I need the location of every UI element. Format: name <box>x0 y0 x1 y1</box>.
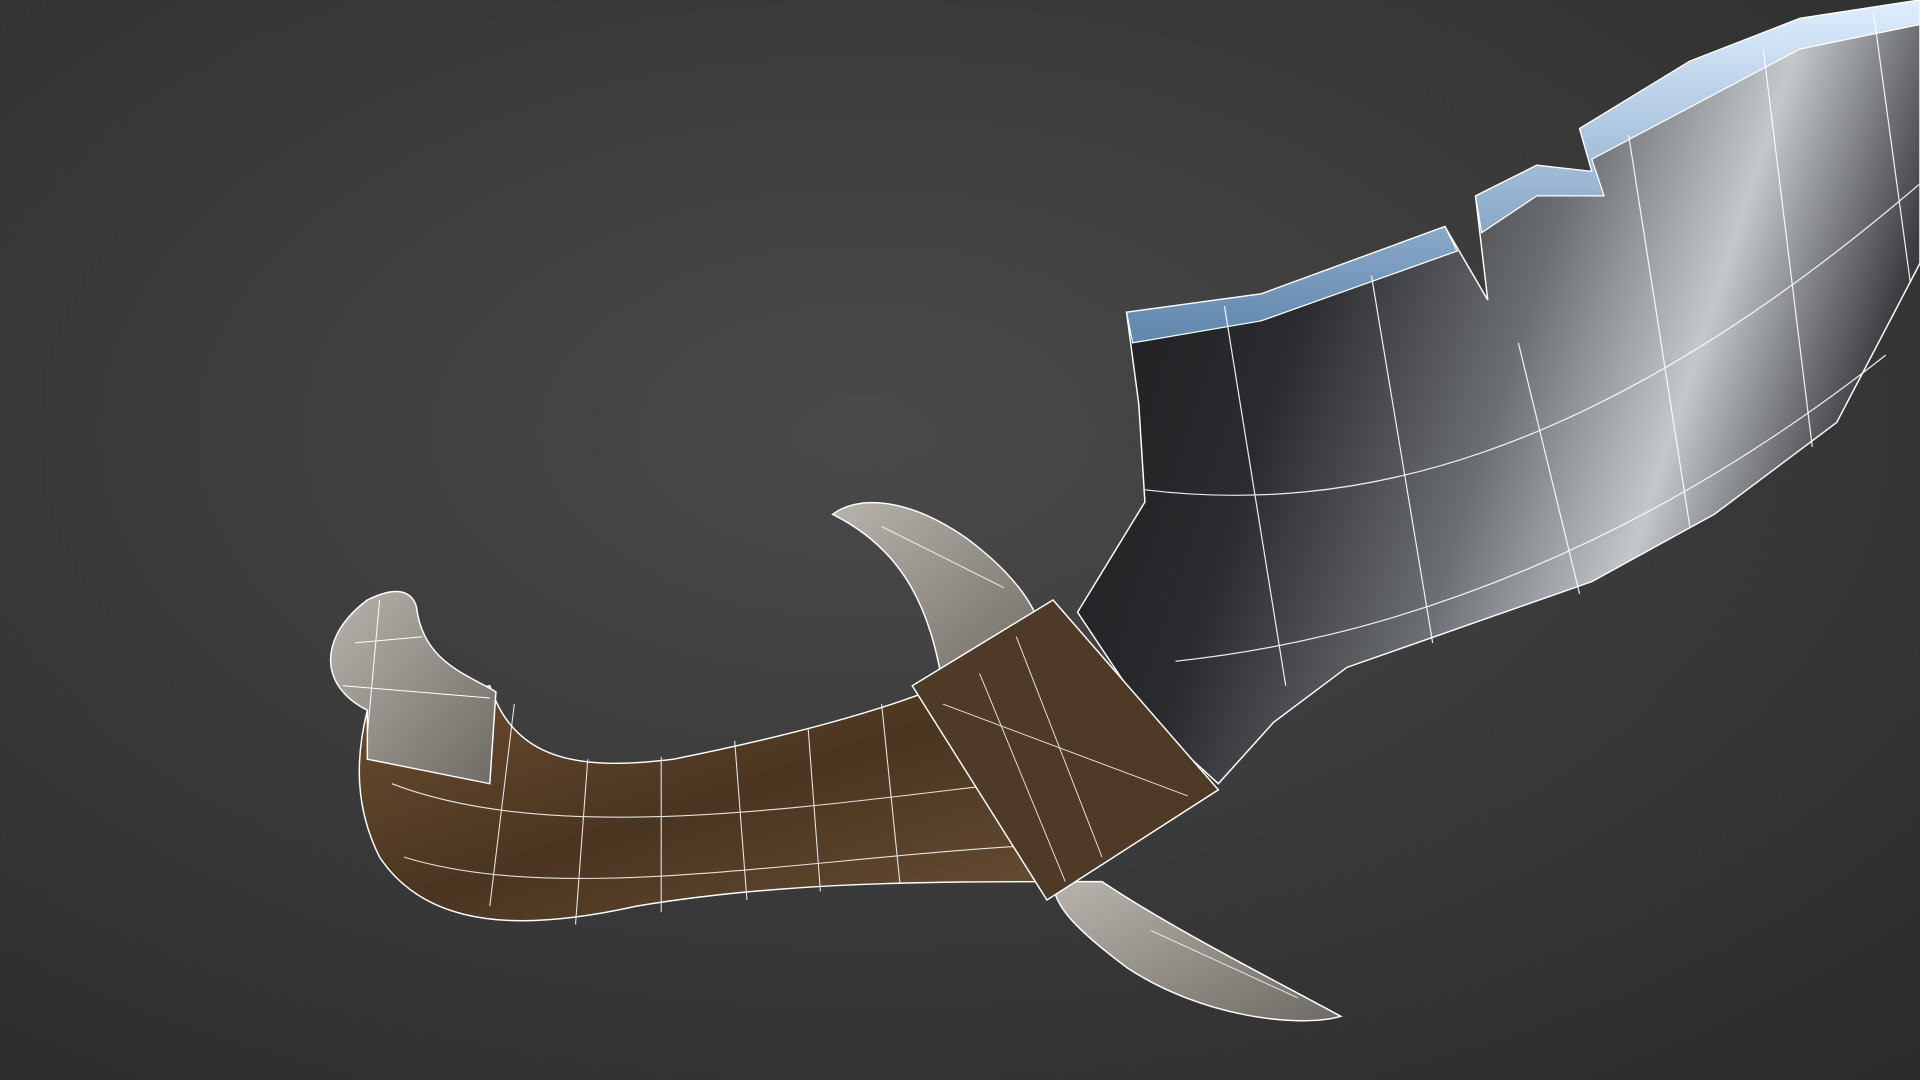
render-viewport <box>0 0 1920 1080</box>
